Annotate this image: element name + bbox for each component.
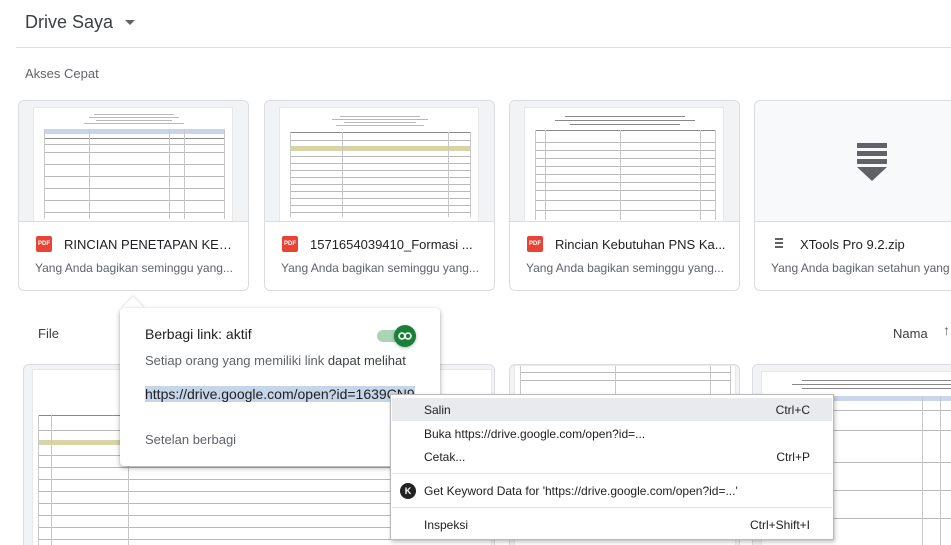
quick-access-card[interactable]: PDF Rincian Kebutuhan PNS Ka... Yang And…	[509, 100, 740, 291]
card-title: XTools Pro 9.2.zip	[800, 236, 905, 252]
zip-thumbnail	[755, 101, 951, 222]
quick-access-card[interactable]: XTools Pro 9.2.zip Yang Anda bagikan set…	[754, 100, 951, 291]
share-status-title: Berbagi link: aktif	[145, 326, 252, 342]
link-icon	[394, 325, 416, 347]
zip-file-icon	[772, 236, 788, 252]
menu-separator	[392, 473, 832, 474]
sharing-settings-link[interactable]: Setelan berbagi	[145, 432, 236, 447]
header-divider	[16, 47, 951, 48]
card-title: 1571654039410_Formasi ...	[310, 236, 473, 252]
card-subtitle: Yang Anda bagikan seminggu yang...	[281, 261, 479, 275]
archive-icon	[857, 143, 887, 181]
share-description: Setiap orang yang memiliki link dapat me…	[145, 353, 406, 368]
pdf-icon: PDF	[527, 236, 543, 252]
card-subtitle: Yang Anda bagikan seminggu yang...	[35, 261, 233, 275]
quick-access-card[interactable]: PDF RINCIAN PENETAPAN KEB... Yang Anda b…	[18, 100, 249, 291]
document-thumbnail	[19, 101, 248, 222]
menu-item-print[interactable]: Cetak... Ctrl+P	[392, 445, 832, 468]
card-title: RINCIAN PENETAPAN KEB...	[64, 236, 236, 252]
quick-access-card[interactable]: PDF 1571654039410_Formasi ... Yang Anda …	[264, 100, 495, 291]
menu-item-inspect[interactable]: Inspeksi Ctrl+Shift+I	[392, 513, 832, 536]
file-section-label: File	[38, 326, 59, 341]
card-subtitle: Yang Anda bagikan seminggu yang...	[526, 261, 724, 275]
drive-header: Drive Saya	[0, 0, 951, 47]
card-title: Rincian Kebutuhan PNS Ka...	[555, 236, 726, 252]
my-drive-dropdown[interactable]: Drive Saya	[25, 12, 136, 33]
document-thumbnail	[265, 101, 494, 222]
drive-title-label: Drive Saya	[25, 12, 114, 32]
document-thumbnail	[510, 101, 739, 222]
sort-direction-icon[interactable]: ↑	[943, 322, 950, 338]
caret-down-icon	[125, 20, 136, 25]
menu-item-open-link[interactable]: Buka https://drive.google.com/open?id=..…	[392, 422, 832, 445]
share-link-text: https://drive.google.com/open?id=1639CN9	[145, 386, 415, 402]
menu-separator	[392, 507, 832, 508]
pdf-icon: PDF	[282, 236, 298, 252]
share-link-field[interactable]: https://drive.google.com/open?id=1639CN9	[145, 386, 415, 402]
menu-item-keyword-data[interactable]: K Get Keyword Data for 'https://drive.go…	[392, 479, 832, 502]
sort-by-name-button[interactable]: Nama	[893, 326, 928, 341]
keywords-everywhere-icon: K	[400, 482, 416, 499]
link-sharing-toggle[interactable]	[377, 325, 416, 347]
pdf-icon: PDF	[36, 236, 52, 252]
context-menu: Salin Ctrl+C Buka https://drive.google.c…	[390, 394, 834, 540]
quick-access-label: Akses Cepat	[25, 66, 99, 81]
menu-item-copy[interactable]: Salin Ctrl+C	[392, 398, 832, 421]
card-subtitle: Yang Anda bagikan setahun yang	[771, 261, 950, 275]
